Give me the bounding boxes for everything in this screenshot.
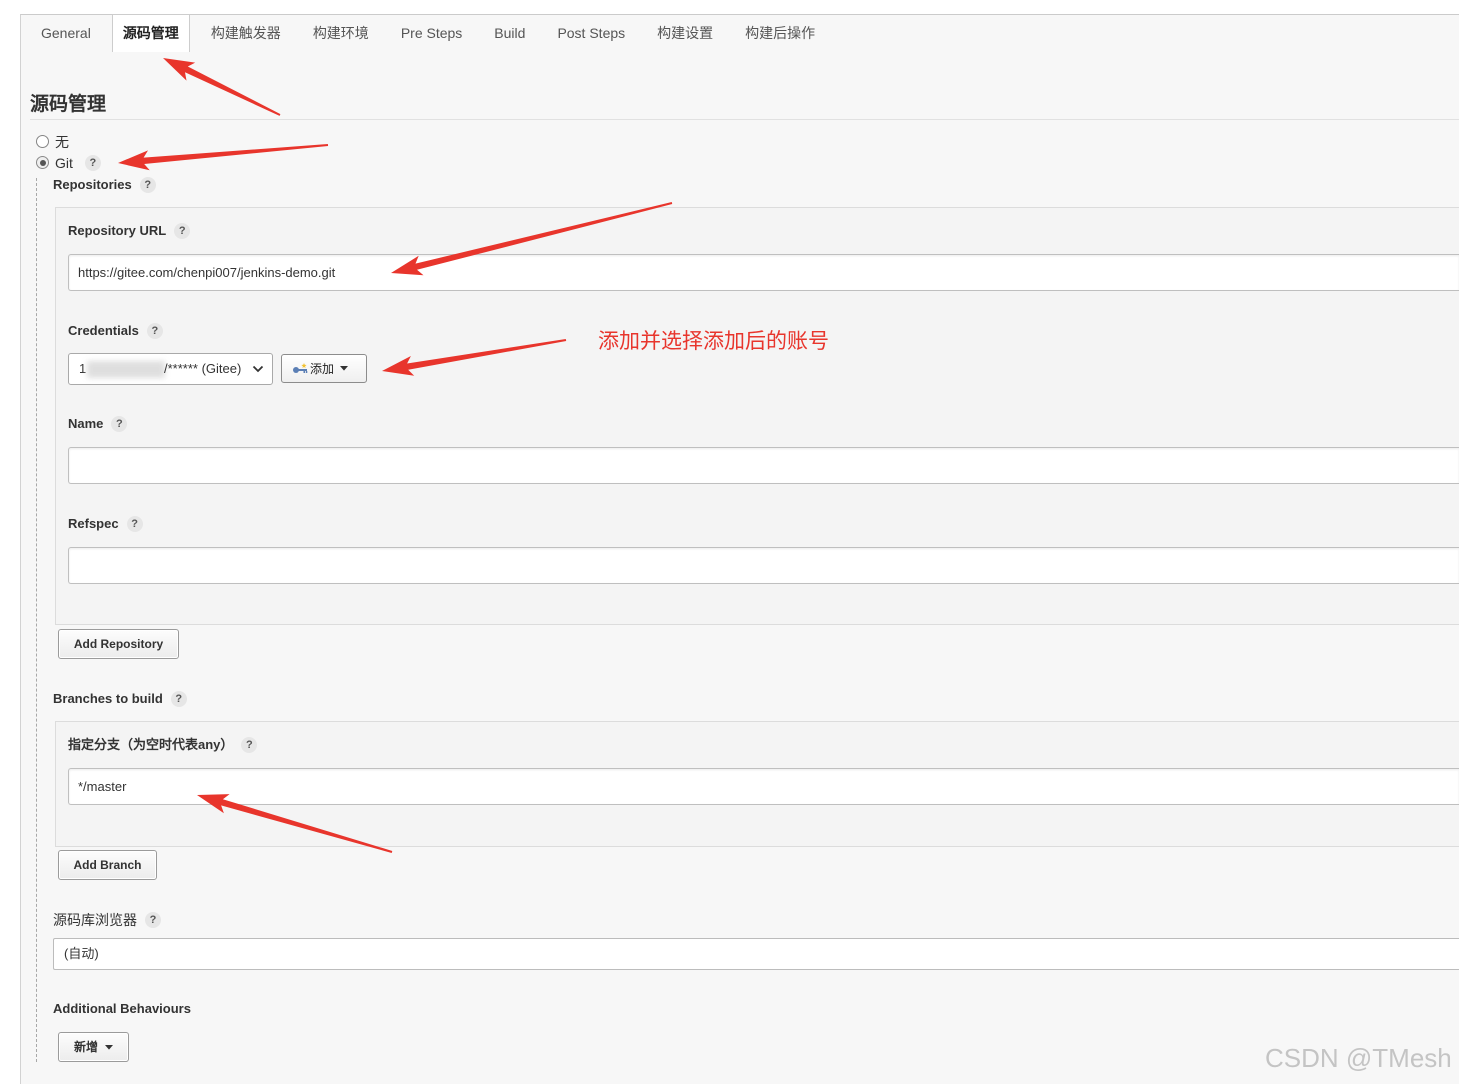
add-repository-button[interactable]: Add Repository: [58, 629, 179, 659]
repositories-header: Repositories ?: [53, 176, 156, 194]
branch-specifier-input[interactable]: [68, 768, 1459, 805]
help-icon[interactable]: ?: [84, 155, 101, 171]
refspec-label: Refspec: [68, 516, 119, 531]
key-icon: [293, 362, 308, 373]
help-icon[interactable]: ?: [241, 737, 258, 753]
tab-post-build-actions[interactable]: 构建后操作: [734, 14, 826, 52]
help-icon[interactable]: ?: [170, 691, 187, 707]
branch-specifier-label: 指定分支（为空时代表any）: [68, 737, 234, 752]
credentials-label: Credentials: [68, 323, 139, 338]
repository-browser-label: 源码库浏览器: [53, 912, 137, 928]
caret-down-icon: [105, 1044, 113, 1050]
help-icon[interactable]: ?: [139, 177, 156, 193]
repositories-label: Repositories: [53, 177, 132, 192]
additional-behaviours-header: Additional Behaviours: [53, 1000, 191, 1018]
add-behaviour-label: 新增: [73, 1040, 98, 1054]
add-credentials-button[interactable]: 添加: [281, 354, 367, 383]
help-icon[interactable]: ?: [126, 516, 143, 532]
tab-general[interactable]: General: [30, 14, 102, 52]
branches-header: Branches to build ?: [53, 690, 187, 708]
credentials-header: Credentials ?: [68, 322, 163, 340]
annotation-text: 添加并选择添加后的账号: [598, 330, 829, 353]
repository-url-input[interactable]: [68, 254, 1459, 291]
chevron-down-icon: [252, 365, 264, 373]
add-behaviour-button[interactable]: 新增: [58, 1032, 129, 1062]
repository-browser-header: 源码库浏览器 ?: [53, 911, 161, 929]
branches-label: Branches to build: [53, 691, 163, 706]
add-credentials-label: 添加: [310, 362, 335, 376]
tab-build[interactable]: Build: [483, 14, 536, 52]
refspec-header: Refspec ?: [68, 515, 143, 533]
credentials-value-prefix: 1: [79, 361, 87, 376]
scm-option-none: 无: [55, 133, 69, 151]
help-icon[interactable]: ?: [174, 223, 191, 239]
jenkins-config-page: General 源码管理 构建触发器 构建环境 Pre Steps Build …: [0, 0, 1459, 1084]
radio-none[interactable]: [36, 135, 49, 148]
config-tabs: General 源码管理 构建触发器 构建环境 Pre Steps Build …: [25, 14, 831, 52]
name-input[interactable]: [68, 447, 1459, 484]
additional-behaviours-label: Additional Behaviours: [53, 1001, 191, 1016]
radio-label-git: Git: [55, 155, 73, 171]
name-header: Name ?: [68, 415, 128, 433]
repository-url-label: Repository URL: [68, 223, 167, 238]
help-icon[interactable]: ?: [146, 323, 163, 339]
tab-source-code-management[interactable]: 源码管理: [111, 14, 190, 52]
git-section-border: [36, 178, 37, 1062]
repository-url-header: Repository URL ?: [68, 222, 191, 240]
scm-option-git: Git ?: [55, 154, 101, 172]
help-icon[interactable]: ?: [111, 416, 128, 432]
branch-specifier-header: 指定分支（为空时代表any） ?: [68, 736, 258, 754]
watermark: CSDN @TMesh: [1265, 1043, 1452, 1073]
credentials-value-suffix: /****** (Gitee): [164, 361, 242, 376]
tab-pre-steps[interactable]: Pre Steps: [390, 14, 473, 52]
repository-browser-select[interactable]: (自动): [53, 938, 1459, 970]
add-branch-button[interactable]: Add Branch: [58, 850, 157, 880]
section-divider: [30, 119, 1459, 120]
redacted-credential: [87, 361, 165, 378]
help-icon[interactable]: ?: [145, 912, 161, 928]
tab-build-settings[interactable]: 构建设置: [646, 14, 724, 52]
tab-post-steps[interactable]: Post Steps: [546, 14, 636, 52]
tab-build-triggers[interactable]: 构建触发器: [200, 14, 292, 52]
radio-label-none: 无: [55, 134, 69, 150]
section-title: 源码管理: [30, 94, 107, 115]
tab-build-environment[interactable]: 构建环境: [302, 14, 380, 52]
caret-down-icon: [340, 366, 349, 371]
radio-git[interactable]: [36, 156, 49, 169]
refspec-input[interactable]: [68, 547, 1459, 584]
credentials-select[interactable]: 1 /****** (Gitee): [68, 353, 273, 385]
name-label: Name: [68, 416, 104, 431]
